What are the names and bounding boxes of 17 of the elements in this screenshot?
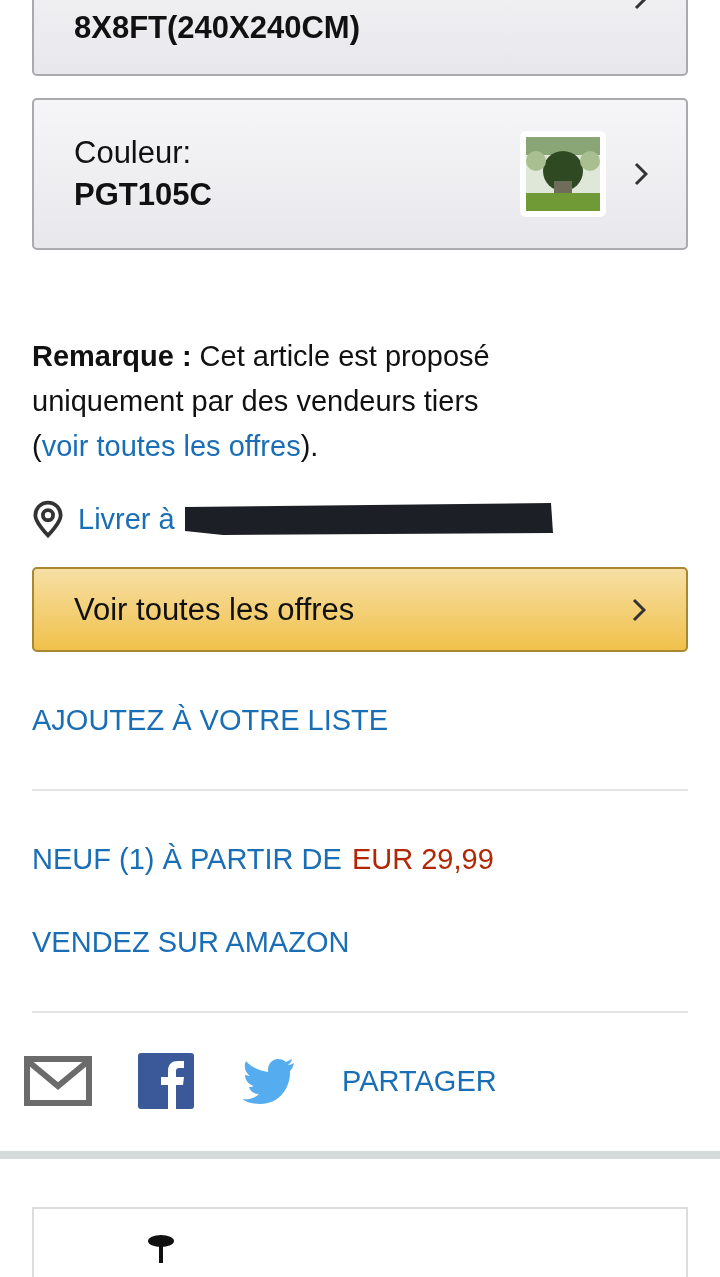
- size-selector[interactable]: 8X8FT(240X240CM): [32, 0, 688, 76]
- tree-icon: [146, 1233, 176, 1264]
- all-offers-link[interactable]: voir toutes les offres: [41, 430, 301, 462]
- facebook-icon[interactable]: [138, 1053, 194, 1110]
- new-offers-link[interactable]: NEUF (1) À PARTIR DE: [32, 843, 342, 877]
- chevron-right-icon: [632, 597, 646, 622]
- add-to-list-link[interactable]: AJOUTEZ À VOTRE LISTE: [32, 704, 688, 738]
- sell-link[interactable]: VENDEZ SUR AMAZON: [32, 926, 688, 960]
- see-all-offers-button[interactable]: Voir toutes les offres: [32, 567, 688, 653]
- chevron-right-icon: [634, 162, 648, 186]
- color-selector[interactable]: Couleur: PGT105C: [32, 98, 688, 250]
- note-text: Remarque : Cet article est proposé uniquement par des vendeurs tiers (voir toutes les offres).: [32, 339, 491, 464]
- mail-icon[interactable]: [24, 1056, 92, 1107]
- location-pin-icon: [32, 500, 64, 538]
- delivery-link[interactable]: Livrer à: [78, 502, 175, 536]
- price: EUR 29,99: [351, 843, 494, 877]
- share-link[interactable]: PARTAGER: [342, 1064, 497, 1098]
